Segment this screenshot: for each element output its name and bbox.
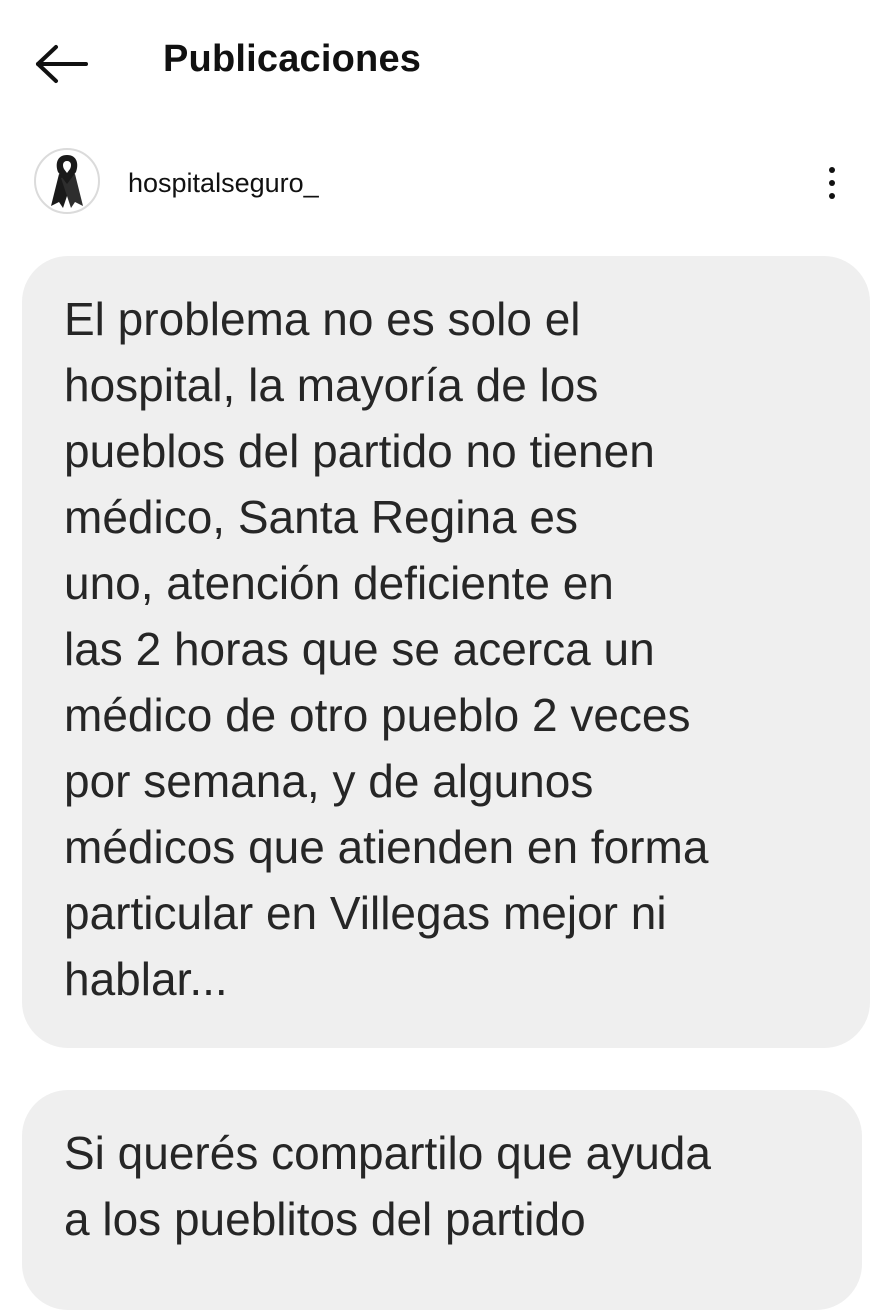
avatar[interactable]: [34, 148, 100, 214]
text-line: por semana, y de algunos: [64, 755, 594, 807]
post-header: hospitalseguro_: [0, 140, 882, 226]
text-line: uno, atención deficiente en: [64, 557, 614, 609]
arrow-left-icon: [36, 45, 88, 83]
post-text-card-secondary: Si querés compartilo que ayuda a los pue…: [22, 1090, 862, 1310]
black-ribbon-icon: [51, 155, 83, 208]
back-button[interactable]: [34, 40, 94, 88]
text-line: médico, Santa Regina es: [64, 491, 578, 543]
text-line: El problema no es solo el: [64, 293, 581, 345]
text-line: particular en Villegas mejor ni: [64, 887, 667, 939]
text-line: a los pueblitos del partido: [64, 1193, 586, 1245]
text-line: pueblos del partido no tienen: [64, 425, 655, 477]
more-vertical-icon-dot: [829, 180, 835, 186]
more-vertical-icon: [829, 167, 835, 173]
text-line: hospital, la mayoría de los: [64, 359, 599, 411]
text-line: médicos que atienden en forma: [64, 821, 709, 873]
post-text-card: El problema no es solo el hospital, la m…: [22, 256, 870, 1048]
username-link[interactable]: hospitalseguro_: [128, 168, 319, 199]
text-line: las 2 horas que se acerca un: [64, 623, 655, 675]
page-title: Publicaciones: [163, 38, 422, 80]
more-options-button[interactable]: [812, 158, 852, 208]
text-line: médico de otro pueblo 2 veces: [64, 689, 691, 741]
top-bar: Publicaciones: [0, 0, 882, 125]
more-vertical-icon-dot: [829, 193, 835, 199]
text-line: Si querés compartilo que ayuda: [64, 1127, 711, 1179]
text-line: hablar...: [64, 953, 228, 1005]
